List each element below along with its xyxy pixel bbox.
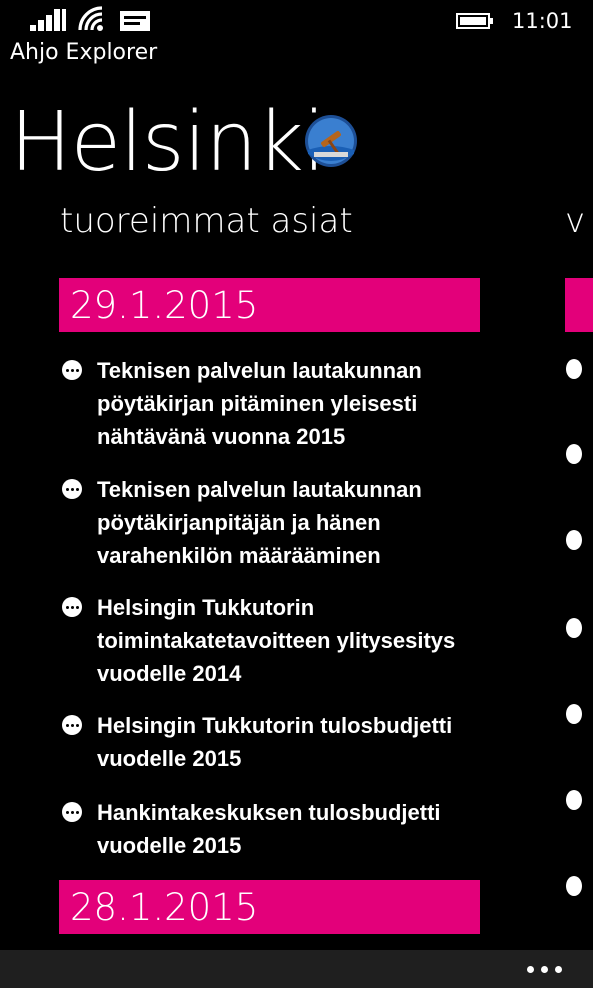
list-item-title: Teknisen palvelun lautakunnan pöytäkirja…: [97, 477, 422, 568]
next-section-title-peek[interactable]: v: [565, 198, 585, 244]
peek-item-icon: [566, 359, 582, 379]
peek-item-icon: [566, 530, 582, 550]
notification-message-icon: [120, 11, 150, 31]
hub-title: Helsinki: [10, 95, 326, 190]
signal-strength-icon: [30, 9, 66, 31]
peek-item-icon: [566, 876, 582, 896]
app-title: Ahjo Explorer: [10, 40, 158, 65]
list-item-title: Helsingin Tukkutorin tulosbudjetti vuode…: [97, 713, 453, 771]
status-clock: 11:01: [512, 9, 573, 33]
section-title[interactable]: tuoreimmat asiat: [60, 198, 353, 244]
item-more-icon: [62, 802, 82, 822]
item-more-icon: [62, 715, 82, 735]
peek-item-icon: [566, 790, 582, 810]
date-header: 29.1.2015: [59, 278, 480, 332]
peek-item-icon: [566, 618, 582, 638]
dot-icon: [541, 965, 548, 973]
date-header-label: 29.1.2015: [70, 284, 259, 327]
more-options-button[interactable]: [527, 960, 567, 978]
item-more-icon: [62, 360, 82, 380]
dot-icon: [555, 965, 562, 973]
item-more-icon: [62, 597, 82, 617]
next-date-header-peek: [565, 278, 593, 332]
peek-item-icon: [566, 444, 582, 464]
dot-icon: [527, 965, 534, 973]
date-header-label: 28.1.2015: [70, 886, 259, 929]
wifi-icon: [78, 6, 103, 31]
list-item-title: Hankintakeskuksen tulosbudjetti vuodelle…: [97, 800, 441, 858]
peek-item-icon: [566, 704, 582, 724]
battery-icon: [456, 13, 493, 29]
item-more-icon: [62, 479, 82, 499]
date-header: 28.1.2015: [59, 880, 480, 934]
app-bar: [0, 950, 593, 988]
list-item-title: Helsingin Tukkutorin toimintakatetavoitt…: [97, 595, 456, 686]
list-item-title: Teknisen palvelun lautakunnan pöytäkirja…: [97, 358, 422, 449]
openahjo-logo: [305, 115, 357, 167]
